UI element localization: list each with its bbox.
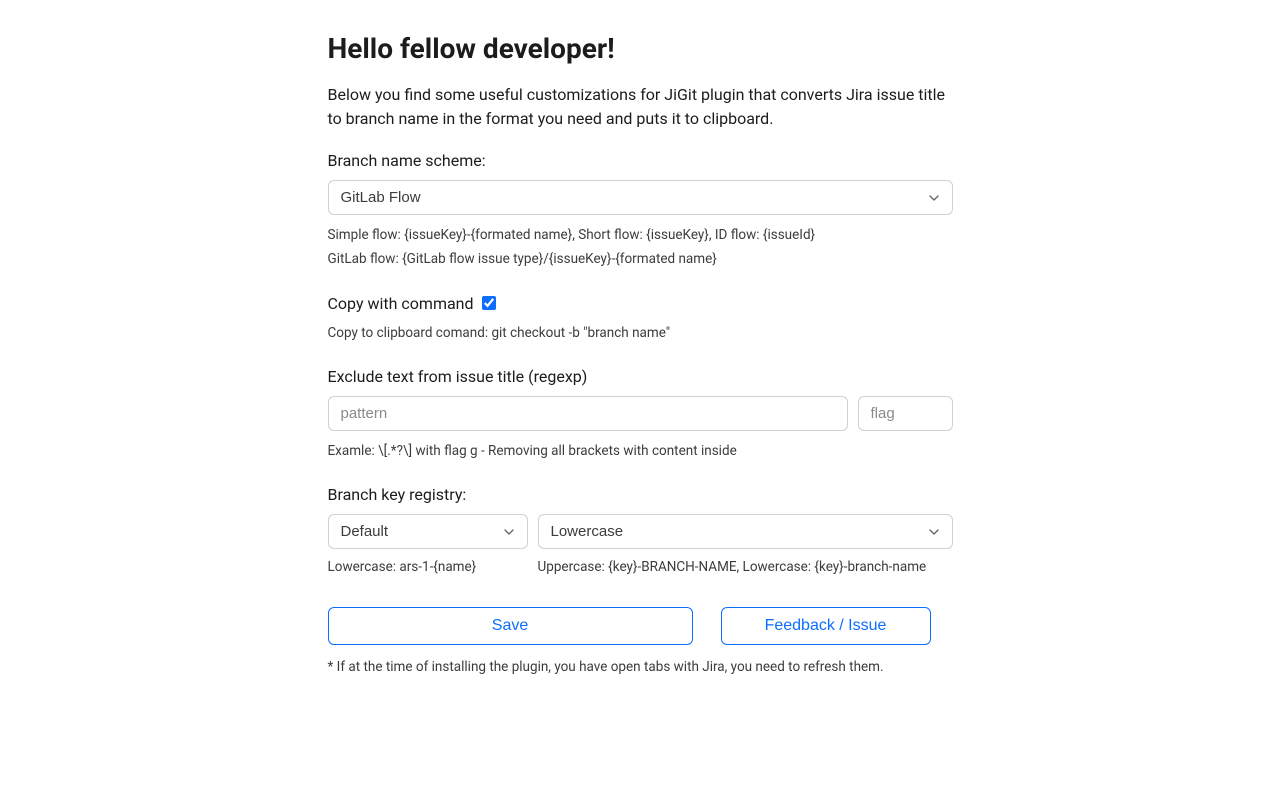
copy-command-label: Copy with command — [328, 294, 474, 313]
scheme-help-line2: GitLab flow: {GitLab flow issue type}/{i… — [328, 247, 953, 271]
registry-row: Default Lowercase — [328, 514, 953, 549]
intro-text: Below you find some useful customization… — [328, 83, 953, 131]
page-title: Hello fellow developer! — [328, 32, 953, 65]
pattern-input[interactable] — [328, 396, 848, 431]
registry-help-left: Lowercase: ars-1-{name} — [328, 559, 528, 575]
exclude-label: Exclude text from issue title (regexp) — [328, 367, 953, 386]
copy-command-help: Copy to clipboard comand: git checkout -… — [328, 321, 953, 345]
flag-input[interactable] — [858, 396, 953, 431]
save-button[interactable]: Save — [328, 607, 693, 645]
scheme-select[interactable]: GitLab Flow — [328, 180, 953, 215]
registry-label: Branch key registry: — [328, 485, 953, 504]
scheme-help: Simple flow: {issueKey}-{formated name},… — [328, 223, 953, 272]
registry-help-right: Uppercase: {key}-BRANCH-NAME, Lowercase:… — [538, 559, 953, 575]
footnote: * If at the time of installing the plugi… — [328, 659, 953, 675]
registry-key-select[interactable]: Default — [328, 514, 528, 549]
settings-panel: Hello fellow developer! Below you find s… — [328, 0, 953, 707]
feedback-button[interactable]: Feedback / Issue — [721, 607, 931, 645]
exclude-input-row — [328, 396, 953, 431]
scheme-label: Branch name scheme: — [328, 151, 953, 170]
copy-command-checkbox[interactable] — [482, 296, 496, 310]
scheme-section: Branch name scheme: GitLab Flow Simple f… — [328, 151, 953, 272]
button-row: Save Feedback / Issue — [328, 607, 953, 645]
copy-command-section: Copy with command Copy to clipboard coma… — [328, 294, 953, 345]
registry-help-row: Lowercase: ars-1-{name} Uppercase: {key}… — [328, 559, 953, 575]
registry-case-select[interactable]: Lowercase — [538, 514, 953, 549]
copy-command-row: Copy with command — [328, 294, 953, 313]
registry-section: Branch key registry: Default Lowercase L… — [328, 485, 953, 575]
exclude-section: Exclude text from issue title (regexp) E… — [328, 367, 953, 463]
exclude-help: Examle: \[.*?\] with flag g - Removing a… — [328, 439, 953, 463]
scheme-help-line1: Simple flow: {issueKey}-{formated name},… — [328, 223, 953, 247]
